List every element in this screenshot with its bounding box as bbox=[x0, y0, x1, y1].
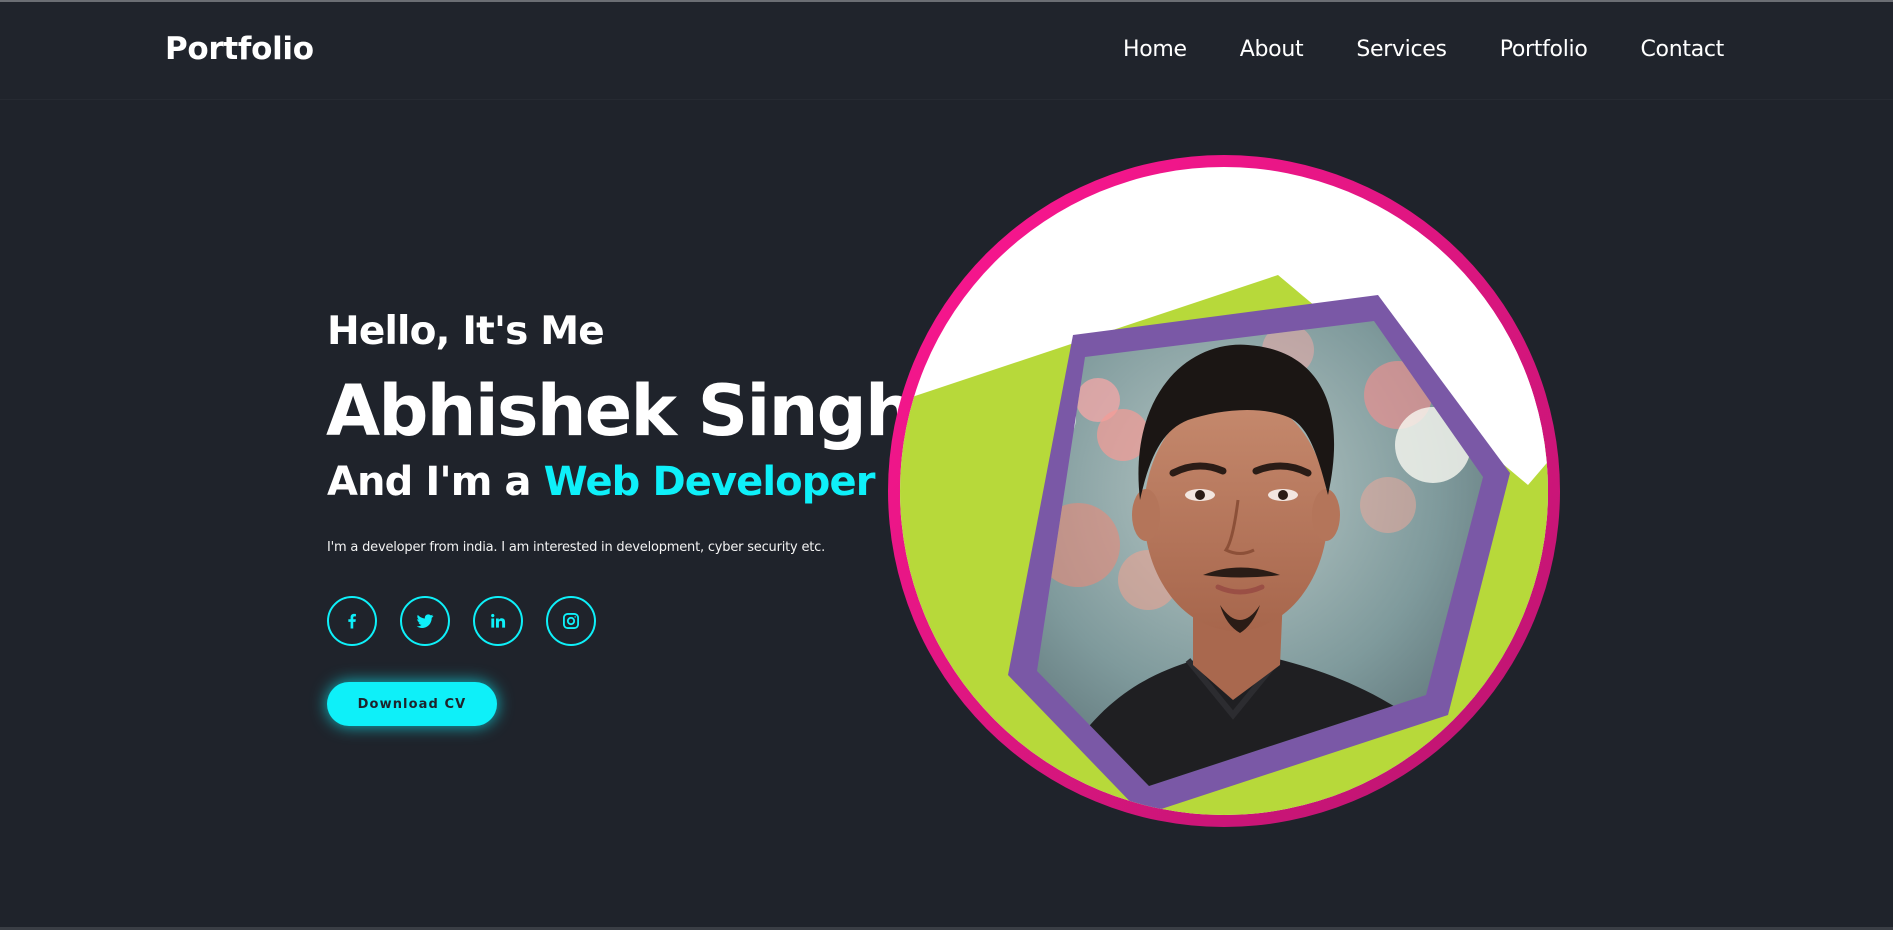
nav-about[interactable]: About bbox=[1240, 37, 1304, 62]
profile-photo bbox=[888, 155, 1560, 827]
hero-role: And I'm a Web Developer bbox=[327, 459, 875, 505]
nav-contact[interactable]: Contact bbox=[1641, 37, 1725, 62]
nav-portfolio[interactable]: Portfolio bbox=[1500, 37, 1588, 62]
instagram-link[interactable] bbox=[546, 596, 596, 646]
role-highlight: Web Developer bbox=[543, 459, 876, 505]
profile-image bbox=[888, 155, 1560, 827]
download-cv-button[interactable]: Download CV bbox=[327, 682, 497, 726]
nav-home[interactable]: Home bbox=[1123, 37, 1187, 62]
site-header: Portfolio Home About Services Portfolio … bbox=[0, 2, 1893, 100]
social-links bbox=[327, 596, 596, 646]
greeting: Hello, It's Me bbox=[327, 309, 605, 354]
hero-section: Hello, It's Me Abhishek Singh And I'm a … bbox=[0, 100, 1893, 927]
main-nav: Home About Services Portfolio Contact bbox=[1123, 37, 1724, 62]
facebook-link[interactable] bbox=[327, 596, 377, 646]
facebook-icon bbox=[348, 613, 356, 629]
twitter-icon bbox=[416, 614, 434, 628]
nav-services[interactable]: Services bbox=[1356, 37, 1447, 62]
role-prefix: And I'm a bbox=[327, 459, 544, 505]
linkedin-icon bbox=[491, 613, 506, 628]
instagram-icon bbox=[563, 613, 579, 629]
hero-description: I'm a developer from india. I am interes… bbox=[327, 540, 826, 555]
logo[interactable]: Portfolio bbox=[165, 31, 314, 67]
twitter-link[interactable] bbox=[400, 596, 450, 646]
hero-name: Abhishek Singh bbox=[326, 370, 915, 452]
linkedin-link[interactable] bbox=[473, 596, 523, 646]
